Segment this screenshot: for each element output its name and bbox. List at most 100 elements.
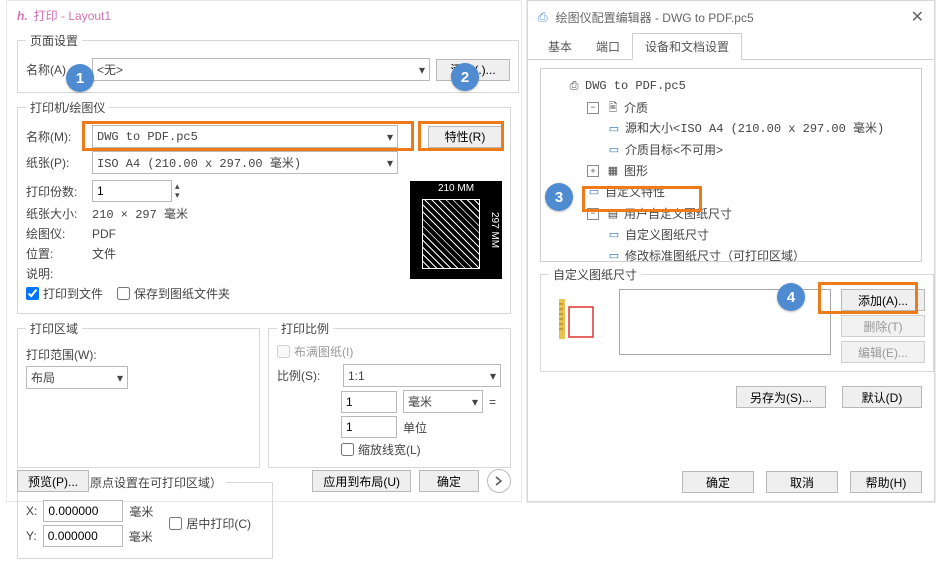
paper-select[interactable]: ISO A4 (210.00 x 297.00 毫米) ▾ (92, 151, 398, 174)
location-value: 文件 (92, 245, 116, 262)
page-setup-legend: 页面设置 (26, 32, 82, 49)
plot-range-select[interactable]: 布局 ▾ (26, 366, 128, 389)
print-button-bar: 预览(P)... 应用到布局(U) 确定 (17, 469, 511, 493)
expand-button[interactable] (487, 469, 511, 493)
offset-y-label: Y: (26, 529, 37, 543)
chevron-down-icon: ▾ (117, 371, 123, 385)
pce-cancel-button[interactable]: 取消 (766, 471, 838, 493)
collapse-icon[interactable]: − (587, 102, 599, 114)
tree-mod-std[interactable]: 修改标准图纸尺寸（可打印区域） (625, 246, 805, 263)
scale-lineweight-checkbox[interactable]: 缩放线宽(L) (341, 441, 421, 458)
tree-custom-props[interactable]: 自定义特性 (605, 182, 665, 202)
pce-title-text: 绘图仪配置编辑器 - DWG to PDF.pc5 (556, 9, 754, 26)
scale-units-value-input[interactable] (341, 416, 397, 438)
save-to-folder-check-icon[interactable] (117, 287, 130, 300)
spinner-arrows-icon[interactable]: ▴▾ (175, 182, 180, 200)
plotter-icon: ⎙ (538, 10, 548, 25)
plot-range-value: 布局 (31, 369, 55, 386)
printer-legend: 打印机/绘图仪 (26, 99, 109, 116)
preview-hatch-icon (422, 199, 480, 269)
callout-1: 1 (66, 64, 94, 92)
tree-graphics[interactable]: 图形 (624, 161, 648, 181)
custom-paper-zone: 自定义图纸尺寸 添加(A)... 删 (540, 266, 922, 372)
scale-ratio-value: 1:1 (348, 369, 365, 383)
custom-add-button[interactable]: 添加(A)... (841, 289, 925, 311)
scale-unit-select[interactable]: 毫米 ▾ (403, 390, 483, 413)
chevron-down-icon: ▾ (490, 369, 496, 383)
apply-to-layout-button[interactable]: 应用到布局(U) (312, 470, 411, 492)
plotter-label: 绘图仪: (26, 225, 86, 242)
scale-units-label: 单位 (403, 419, 427, 436)
page-setup-name-value: <无> (97, 61, 123, 78)
plotter-value: PDF (92, 227, 116, 241)
callout-2: 2 (451, 63, 479, 91)
pce-ok-button[interactable]: 确定 (682, 471, 754, 493)
offset-x-input[interactable] (43, 500, 123, 522)
pce-help-button[interactable]: 帮助(H) (850, 471, 922, 493)
print-title-doc: Layout1 (68, 9, 111, 23)
plot-to-file-checkbox[interactable]: 打印到文件 (26, 285, 103, 302)
app-icon: h. (17, 9, 28, 23)
tree-root[interactable]: DWG to PDF.pc5 (585, 76, 686, 96)
tab-general[interactable]: 基本 (536, 34, 584, 59)
tree-user-paper[interactable]: 用户自定义图纸尺寸 (624, 204, 732, 224)
doc-icon: ▭ (607, 228, 621, 242)
save-to-folder-checkbox[interactable]: 保存到图纸文件夹 (117, 285, 230, 302)
plot-area-group: 打印区域 打印范围(W): 布局 ▾ (17, 320, 260, 468)
plot-scale-group: 打印比例 布满图纸(I) 比例(S): 1:1 ▾ 毫米 ▾ = (268, 320, 511, 468)
paper-label: 纸张(P): (26, 154, 86, 171)
doc-icon: ▭ (607, 122, 621, 136)
offset-x-unit: 毫米 (129, 503, 153, 520)
tab-device-doc-settings[interactable]: 设备和文档设置 (632, 33, 742, 60)
expand-icon[interactable]: + (587, 165, 599, 177)
scale-lw-check-icon[interactable] (341, 443, 354, 456)
pce-titlebar: ⎙ 绘图仪配置编辑器 - DWG to PDF.pc5 ✕ (528, 1, 934, 33)
fit-check-icon (277, 345, 290, 358)
printer-name-value: DWG to PDF.pc5 (97, 130, 198, 144)
plotter-config-dialog: ⎙ 绘图仪配置编辑器 - DWG to PDF.pc5 ✕ 基本 端口 设备和文… (527, 0, 935, 502)
printer-group: 打印机/绘图仪 名称(M): DWG to PDF.pc5 ▾ 特性(R) 纸张… (17, 99, 511, 314)
doc-icon: ▭ (607, 249, 621, 263)
print-ok-button[interactable]: 确定 (419, 470, 479, 492)
settings-tree[interactable]: ⎙DWG to PDF.pc5 −🖹介质 ▭源和大小<ISO A4 (210.0… (540, 68, 922, 262)
tree-media-src[interactable]: 源和大小<ISO A4 (210.00 x 297.00 毫米) (625, 119, 884, 139)
media-icon: 🖹 (606, 101, 620, 115)
offset-y-input[interactable] (43, 525, 123, 547)
preview-button[interactable]: 预览(P)... (17, 470, 89, 492)
chevron-down-icon: ▾ (472, 395, 478, 409)
chevron-down-icon: ▾ (419, 63, 425, 77)
center-check-icon[interactable] (169, 517, 182, 530)
callout-3: 3 (545, 183, 573, 211)
center-plot-checkbox[interactable]: 居中打印(C) (169, 515, 251, 532)
scale-ratio-select[interactable]: 1:1 ▾ (343, 364, 501, 387)
page-setup-name-select[interactable]: <无> ▾ (92, 58, 430, 81)
default-button[interactable]: 默认(D) (842, 386, 922, 408)
tab-port[interactable]: 端口 (584, 34, 632, 59)
equals-label: = (489, 395, 496, 409)
printer-properties-button[interactable]: 特性(R) (428, 126, 502, 148)
printer-name-select[interactable]: DWG to PDF.pc5 ▾ (92, 125, 398, 148)
plot-to-file-check-icon[interactable] (26, 287, 39, 300)
location-label: 位置: (26, 245, 86, 262)
offset-y-unit: 毫米 (129, 528, 153, 545)
tree-custom-paper[interactable]: 自定义图纸尺寸 (625, 225, 709, 245)
custom-delete-button: 删除(T) (841, 315, 925, 337)
chevron-down-icon: ▾ (387, 156, 393, 170)
graphics-icon: ▦ (606, 164, 620, 178)
preview-height-label: 297 MM (489, 181, 500, 279)
collapse-icon[interactable]: − (587, 208, 599, 220)
close-icon[interactable]: ✕ (911, 7, 924, 27)
plot-area-legend: 打印区域 (26, 320, 82, 337)
print-title-prefix: 打印 - (34, 9, 69, 23)
plotter-icon: ⎙ (567, 79, 581, 93)
copies-label: 打印份数: (26, 183, 86, 200)
copies-input[interactable] (92, 180, 172, 202)
plot-range-label: 打印范围(W): (26, 346, 97, 363)
tree-media-tgt[interactable]: 介质目标<不可用> (625, 140, 723, 160)
save-as-button[interactable]: 另存为(S)... (736, 386, 826, 408)
custom-paper-size-legend: 自定义图纸尺寸 (549, 266, 641, 283)
tree-media[interactable]: 介质 (624, 98, 648, 118)
scale-unit-value-input[interactable] (341, 391, 397, 413)
fit-to-paper-checkbox: 布满图纸(I) (277, 343, 353, 360)
papersize-value: 210 × 297 毫米 (92, 205, 188, 222)
